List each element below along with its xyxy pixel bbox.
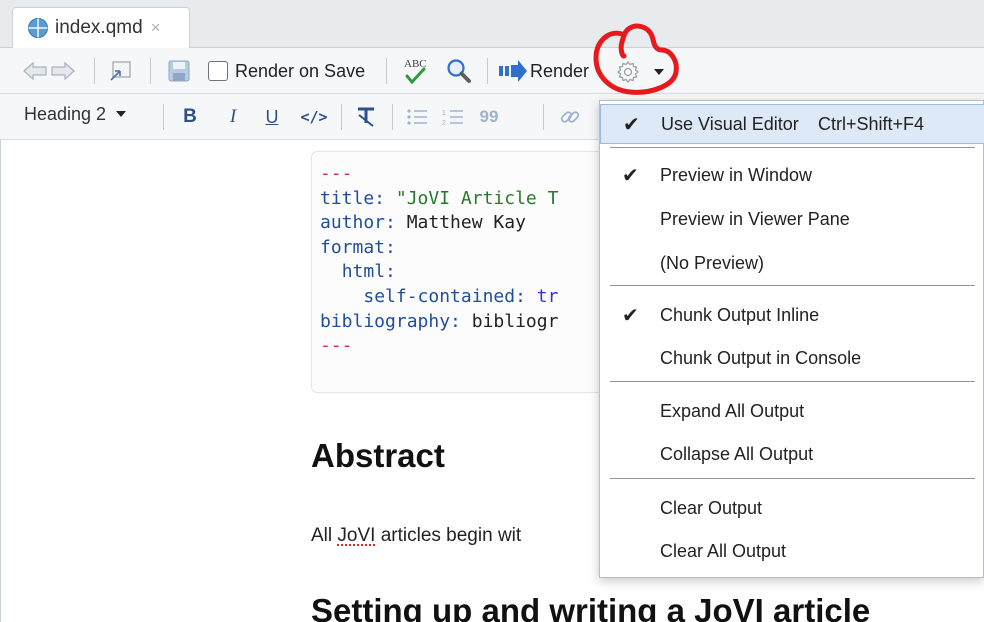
toolbar-separator — [392, 104, 393, 130]
render-label[interactable]: Render — [530, 61, 589, 82]
spellcheck-icon[interactable]: ABC — [400, 56, 432, 86]
clear-formatting-icon[interactable] — [353, 103, 379, 131]
svg-text:1: 1 — [442, 110, 446, 117]
menu-item-label: Expand All Output — [660, 401, 804, 422]
chevron-down-icon — [116, 111, 126, 118]
menu-separator — [610, 147, 975, 148]
bullet-list-icon[interactable] — [405, 103, 429, 131]
menu-item-clear-all-output[interactable]: Clear All Output — [600, 531, 984, 571]
block-format-select[interactable]: Heading 2 — [24, 104, 126, 125]
toolbar-separator — [94, 58, 95, 84]
menu-item-use-visual-editor[interactable]: ✔ Use Visual Editor Ctrl+Shift+F4 — [600, 104, 984, 144]
render-arrow-icon[interactable] — [498, 60, 528, 82]
menu-item-chunk-output-in-console[interactable]: Chunk Output in Console — [600, 338, 984, 378]
yaml-self-contained-key: self-contained: — [363, 286, 526, 307]
toolbar-separator — [386, 58, 387, 84]
yaml-html-key: html: — [342, 261, 396, 282]
yaml-author-key: author: — [320, 212, 396, 233]
chevron-down-icon[interactable] — [653, 67, 665, 77]
underline-button[interactable]: U — [262, 103, 282, 131]
block-format-label[interactable]: Heading 2 — [24, 104, 106, 125]
heading-setting-up[interactable]: Setting up and writing a JoVI article — [311, 592, 870, 622]
menu-item-label: Clear All Output — [660, 541, 786, 562]
link-icon[interactable] — [557, 103, 583, 131]
toolbar-separator — [543, 104, 544, 130]
search-icon[interactable] — [445, 58, 473, 84]
editor-toolbar: Render on Save ABC Render — [0, 48, 984, 94]
editor-options-menu: ✔ Use Visual Editor Ctrl+Shift+F4 ✔ Prev… — [599, 100, 984, 578]
yaml-bibliography-value: bibliogr — [472, 311, 559, 332]
para-text-before: All — [311, 525, 337, 546]
yaml-author-value: Matthew Kay — [407, 212, 526, 233]
yaml-self-contained-value: tr — [537, 286, 559, 307]
menu-item-chunk-output-inline[interactable]: ✔ Chunk Output Inline — [600, 295, 984, 335]
show-in-window-icon[interactable] — [108, 59, 134, 83]
checkmark-icon: ✔ — [622, 163, 639, 188]
gear-icon[interactable] — [615, 59, 641, 85]
abstract-paragraph[interactable]: All JoVI articles begin wit — [311, 525, 521, 547]
menu-item-label: Use Visual Editor — [661, 114, 799, 135]
numbered-list-icon[interactable]: 12 — [441, 103, 465, 131]
yaml-title-key: title: — [320, 188, 385, 209]
menu-separator — [610, 478, 975, 479]
menu-item-shortcut: Ctrl+Shift+F4 — [818, 114, 924, 135]
menu-item-label: Clear Output — [660, 498, 762, 519]
menu-item-label: (No Preview) — [660, 253, 764, 274]
italic-button[interactable]: I — [223, 103, 243, 131]
para-text-after: articles begin wit — [375, 525, 521, 546]
menu-item-preview-in-viewer-pane[interactable]: Preview in Viewer Pane — [600, 199, 984, 239]
toolbar-separator — [163, 104, 164, 130]
toolbar-separator — [150, 58, 151, 84]
menu-item-label: Chunk Output in Console — [660, 348, 861, 369]
toolbar-separator — [341, 104, 342, 130]
menu-item-collapse-all-output[interactable]: Collapse All Output — [600, 434, 984, 474]
yaml-dashes-open: --- — [320, 163, 353, 184]
menu-item-label: Preview in Viewer Pane — [660, 209, 850, 230]
blockquote-button[interactable]: 99 — [476, 103, 502, 131]
close-tab-icon[interactable]: × — [151, 18, 161, 38]
bold-button[interactable]: B — [180, 103, 200, 131]
yaml-dashes-close: --- — [320, 335, 353, 356]
checkmark-icon: ✔ — [622, 303, 639, 328]
render-on-save-label[interactable]: Render on Save — [235, 61, 365, 82]
render-on-save-label-wrap[interactable]: Render on Save — [235, 59, 365, 83]
render-button[interactable]: Render — [530, 59, 589, 83]
menu-item-expand-all-output[interactable]: Expand All Output — [600, 391, 984, 431]
back-arrow-icon[interactable] — [22, 60, 48, 82]
quarto-doc-icon — [27, 17, 49, 39]
menu-item-label: Preview in Window — [660, 165, 812, 186]
svg-text:2: 2 — [442, 120, 446, 126]
save-icon[interactable] — [167, 59, 191, 83]
menu-item-label: Chunk Output Inline — [660, 305, 819, 326]
menu-separator — [610, 285, 975, 286]
menu-item-label: Collapse All Output — [660, 444, 813, 465]
yaml-format-key: format: — [320, 237, 396, 258]
menu-item-clear-output[interactable]: Clear Output — [600, 488, 984, 528]
editor-tab-strip: index.qmd × — [0, 0, 984, 48]
heading-abstract[interactable]: Abstract — [311, 437, 445, 475]
menu-item-preview-in-window[interactable]: ✔ Preview in Window — [600, 155, 984, 195]
checkbox-box[interactable] — [208, 61, 228, 81]
tab-title: index.qmd — [55, 17, 143, 39]
code-button[interactable]: </> — [299, 103, 329, 131]
checkmark-icon: ✔ — [623, 112, 640, 137]
forward-arrow-icon[interactable] — [50, 60, 76, 82]
misspelled-word[interactable]: JoVI — [337, 525, 375, 546]
menu-item-no-preview[interactable]: (No Preview) — [600, 243, 984, 283]
toolbar-separator — [487, 58, 488, 84]
yaml-bibliography-key: bibliography: — [320, 311, 461, 332]
tab-index-qmd[interactable]: index.qmd × — [12, 7, 190, 48]
menu-separator — [610, 381, 975, 382]
yaml-title-value: "JoVI Article T — [396, 188, 559, 209]
render-on-save-checkbox[interactable] — [208, 61, 228, 81]
